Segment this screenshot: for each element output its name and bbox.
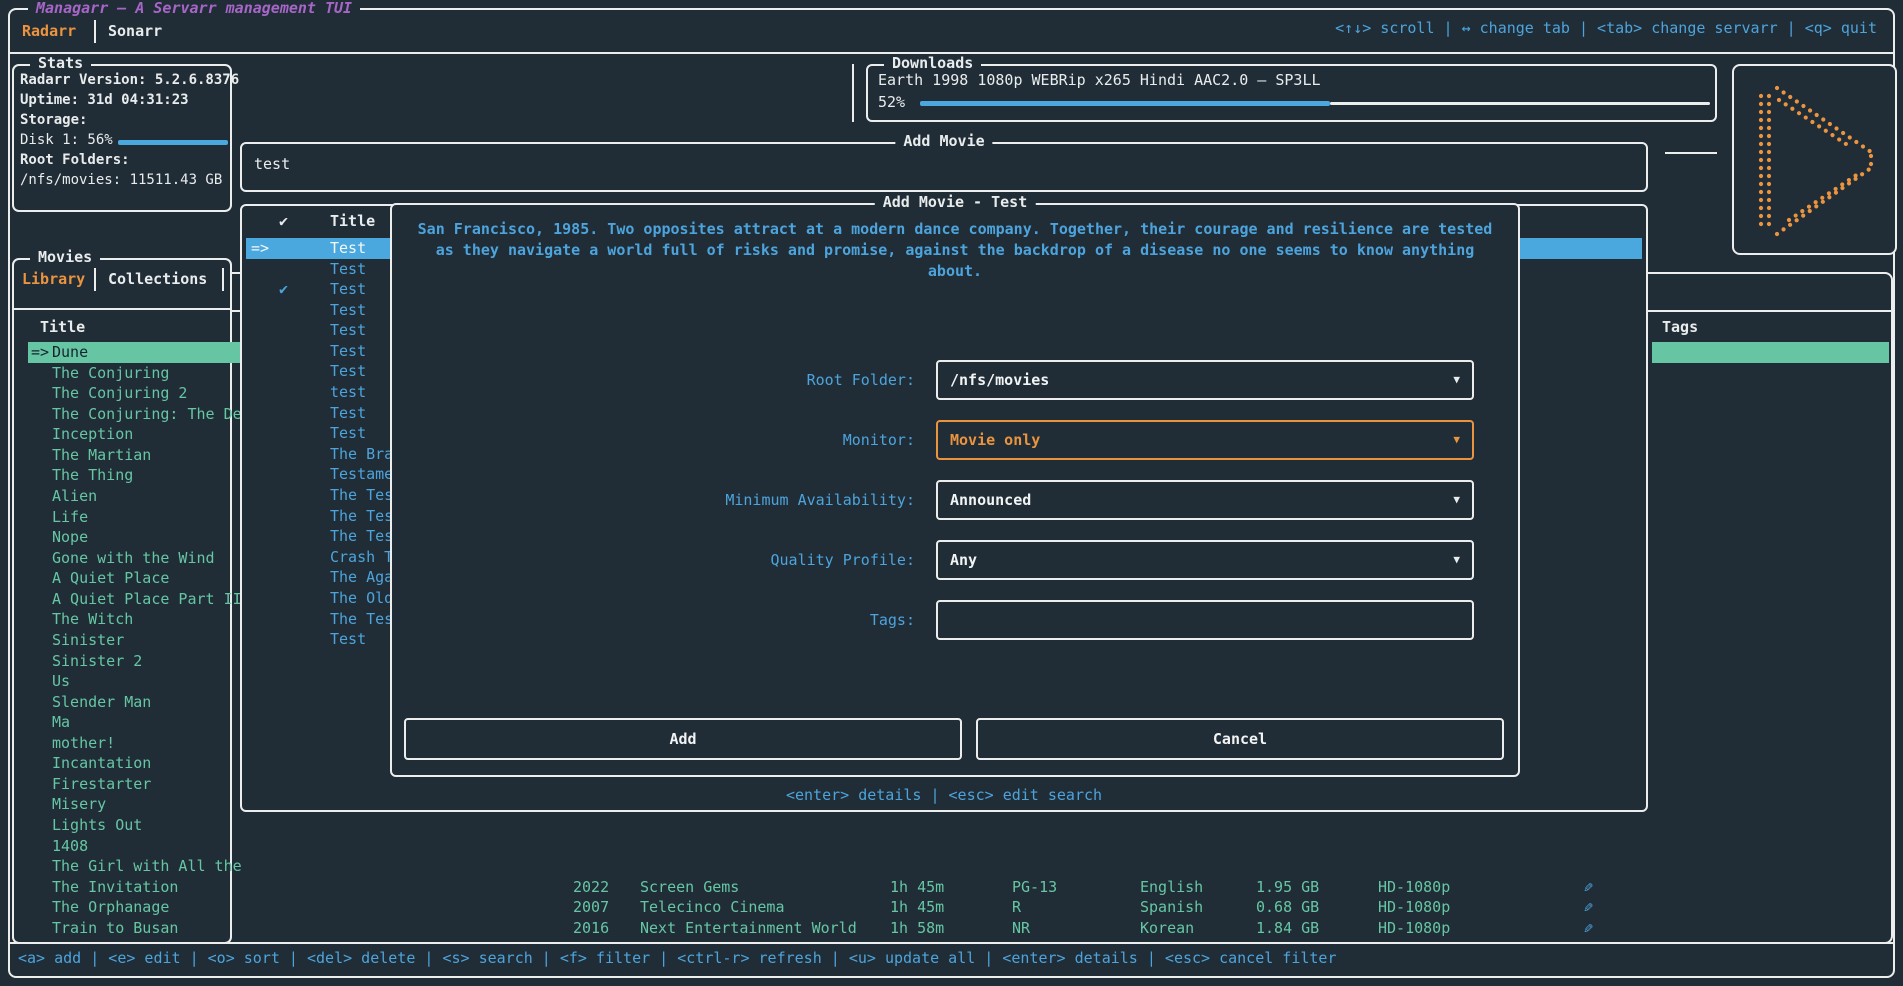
tab-collections[interactable]: Collections: [108, 270, 207, 288]
downloads-box: Downloads Earth 1998 1080p WEBRip x265 H…: [866, 64, 1717, 122]
form-row-tags: Tags:: [392, 600, 1518, 640]
minimum-availability-select[interactable]: Announced ▼: [936, 480, 1474, 520]
chevron-down-icon: ▼: [1453, 422, 1460, 458]
add-movie-box: Add Movie test: [240, 142, 1648, 192]
list-item[interactable]: The Invitation: [28, 877, 242, 898]
list-item[interactable]: The Girl with All the: [28, 856, 242, 877]
download-item-title: Earth 1998 1080p WEBRip x265 Hindi AAC2.…: [878, 71, 1321, 89]
download-progress-rest: [1330, 102, 1710, 105]
stats-rootfolders-label: Root Folders:: [20, 152, 130, 168]
monitor-select[interactable]: Movie only ▼: [936, 420, 1474, 460]
list-item[interactable]: Alien: [28, 486, 242, 507]
footer-separator: [10, 942, 1893, 944]
list-item[interactable]: The Witch: [28, 609, 242, 630]
chevron-down-icon: ▼: [1453, 362, 1460, 398]
root-folder-label: Root Folder:: [400, 360, 915, 400]
tab-separator: [222, 268, 224, 291]
page-title: Managarr – A Servarr management TUI: [28, 0, 360, 17]
app-root: Tags 2022 Screen Gems 1h 45m PG-13 Engli…: [0, 0, 1903, 986]
monitor-label: Monitor:: [400, 420, 915, 460]
list-item[interactable]: Train to Busan: [28, 918, 242, 939]
stats-box-title: Stats: [30, 54, 91, 72]
form-row-minimum-availability: Minimum Availability: Announced ▼: [392, 480, 1518, 520]
form-row-root-folder: Root Folder: /nfs/movies ▼: [392, 360, 1518, 400]
cancel-button[interactable]: Cancel: [976, 718, 1504, 760]
top-help-bar: <↑↓> scroll | ↔ change tab | <tab> chang…: [1335, 19, 1877, 37]
list-item[interactable]: Firestarter: [28, 774, 242, 795]
stats-uptime: Uptime: 31d 04:31:23: [20, 92, 189, 108]
list-item[interactable]: Us: [28, 671, 242, 692]
list-item-selected[interactable]: =>Dune: [28, 342, 242, 363]
tab-separator: [94, 20, 96, 43]
list-item[interactable]: Lights Out: [28, 815, 242, 836]
movies-box: Movies Library Collections Title =>Dune …: [12, 258, 232, 944]
check-icon: ✔: [279, 279, 288, 300]
stats-storage-label: Storage:: [20, 112, 87, 128]
add-movie-box-title: Add Movie: [895, 132, 992, 150]
form-row-quality-profile: Quality Profile: Any ▼: [392, 540, 1518, 580]
download-progress-filled: [920, 101, 1330, 106]
border-fragment: [852, 64, 854, 122]
movies-box-title: Movies: [30, 248, 100, 266]
list-item[interactable]: The Orphanage: [28, 897, 242, 918]
stats-disk-label: Disk 1: 56%: [20, 132, 113, 148]
selection-arrow: =>: [251, 238, 269, 259]
tags-input[interactable]: [936, 600, 1474, 640]
managarr-logo-icon: [1749, 80, 1881, 240]
list-item[interactable]: Sinister 2: [28, 651, 242, 672]
quality-profile-label: Quality Profile:: [400, 540, 915, 580]
tags-label: Tags:: [400, 600, 915, 640]
downloads-box-title: Downloads: [884, 54, 981, 72]
stats-rootfolder-line: /nfs/movies: 11511.43 GB: [20, 172, 222, 188]
list-item[interactable]: The Conjuring: The De: [28, 404, 242, 425]
movie-overview: San Francisco, 1985. Two opposites attra…: [412, 219, 1498, 282]
stats-box: Stats Radarr Version: 5.2.6.8376 Uptime:…: [12, 64, 232, 212]
list-item[interactable]: Sinister: [28, 630, 242, 651]
root-folder-select[interactable]: /nfs/movies ▼: [936, 360, 1474, 400]
tab-radarr[interactable]: Radarr: [22, 22, 76, 40]
tab-sonarr[interactable]: Sonarr: [108, 22, 162, 40]
tabs-separator-line: [14, 308, 230, 310]
list-item[interactable]: 1408: [28, 836, 242, 857]
bottom-help-bar: <a> add | <e> edit | <o> sort | <del> de…: [18, 949, 1337, 967]
quality-profile-select[interactable]: Any ▼: [936, 540, 1474, 580]
list-item[interactable]: Inception: [28, 424, 242, 445]
list-item[interactable]: A Quiet Place: [28, 568, 242, 589]
list-item[interactable]: Slender Man: [28, 692, 242, 713]
minimum-availability-label: Minimum Availability:: [400, 480, 915, 520]
add-button[interactable]: Add: [404, 718, 962, 760]
list-item[interactable]: Nope: [28, 527, 242, 548]
form-row-monitor: Monitor: Movie only ▼: [392, 420, 1518, 460]
list-item[interactable]: Life: [28, 507, 242, 528]
border-fragment: [1665, 152, 1717, 154]
results-check-header: ✔: [279, 212, 288, 230]
list-item[interactable]: Ma: [28, 712, 242, 733]
list-item[interactable]: A Quiet Place Part II: [28, 589, 242, 610]
column-header-title: Title: [40, 318, 85, 336]
tab-library[interactable]: Library: [22, 270, 85, 288]
results-title-header: Title: [330, 212, 375, 230]
list-item[interactable]: mother!: [28, 733, 242, 754]
list-item[interactable]: Incantation: [28, 753, 242, 774]
stats-version: Radarr Version: 5.2.6.8376: [20, 72, 239, 88]
list-item[interactable]: The Conjuring: [28, 363, 242, 384]
logo-box: [1732, 64, 1897, 255]
list-item[interactable]: The Martian: [28, 445, 242, 466]
disk-usage-gauge: [118, 140, 228, 145]
chevron-down-icon: ▼: [1453, 482, 1460, 518]
tab-separator: [94, 268, 96, 291]
results-help-bar: <enter> details | <esc> edit search: [786, 786, 1102, 804]
popup-title: Add Movie - Test: [875, 193, 1036, 211]
selection-arrow: =>: [28, 342, 52, 363]
list-item[interactable]: Misery: [28, 794, 242, 815]
chevron-down-icon: ▼: [1453, 542, 1460, 578]
list-item[interactable]: The Thing: [28, 465, 242, 486]
add-movie-search-input[interactable]: test: [254, 155, 290, 173]
list-item[interactable]: Gone with the Wind: [28, 548, 242, 569]
list-item[interactable]: The Conjuring 2: [28, 383, 242, 404]
add-movie-popup: Add Movie - Test San Francisco, 1985. Tw…: [390, 203, 1520, 777]
download-percent: 52%: [878, 93, 905, 111]
